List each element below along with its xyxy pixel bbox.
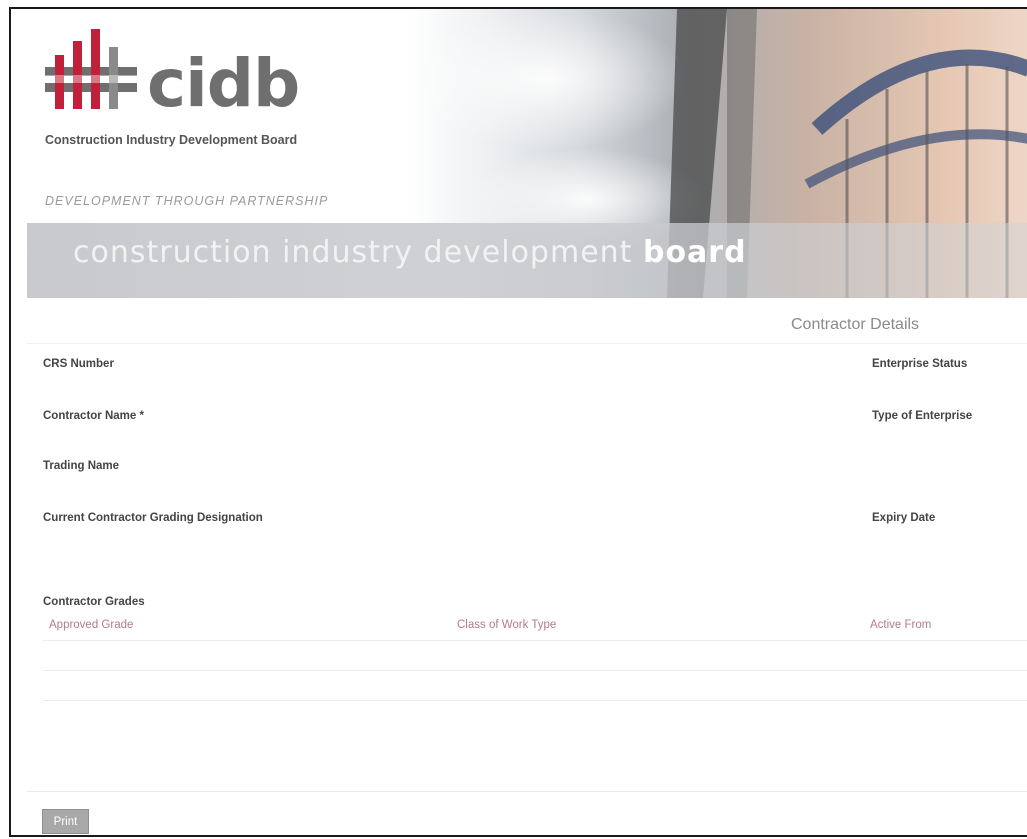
label-expiry-date: Expiry Date xyxy=(872,512,936,524)
label-contractor-name: Contractor Name * xyxy=(43,410,144,422)
label-type-of-enterprise: Type of Enterprise xyxy=(872,410,973,422)
label-enterprise-status: Enterprise Status xyxy=(872,358,968,370)
section-divider xyxy=(27,343,1027,344)
print-button[interactable]: Print xyxy=(42,809,89,834)
logo-subtitle: Construction Industry Development Board xyxy=(45,133,298,147)
column-header-class-of-work: Class of Work Type xyxy=(457,619,557,631)
band-text-bold: board xyxy=(642,235,747,270)
page-frame: cidb Construction Industry Development B… xyxy=(9,7,1027,837)
header-banner: cidb Construction Industry Development B… xyxy=(27,9,1027,298)
logo-word: cidb xyxy=(147,45,300,122)
banner-band-text: construction industry development board xyxy=(73,235,747,270)
label-trading-name: Trading Name xyxy=(43,460,120,472)
band-text-light: construction industry development xyxy=(73,235,643,270)
contractor-grades-heading: Contractor Grades xyxy=(43,596,145,608)
table-row xyxy=(43,640,1027,641)
section-title: Contractor Details xyxy=(791,316,920,333)
table-row xyxy=(43,700,1027,701)
label-crs-number: CRS Number xyxy=(43,358,114,370)
column-header-approved-grade: Approved Grade xyxy=(49,619,134,631)
label-grading-designation: Current Contractor Grading Designation xyxy=(43,512,263,524)
cidb-logo-icon xyxy=(45,29,137,109)
contractor-details-panel: Contractor Details CRS Number Contractor… xyxy=(27,298,1027,792)
table-row xyxy=(43,670,1027,671)
cidb-logo: cidb Construction Industry Development B… xyxy=(27,9,457,224)
column-header-active-from: Active From xyxy=(870,619,932,631)
tagline: DEVELOPMENT THROUGH PARTNERSHIP xyxy=(45,194,329,208)
